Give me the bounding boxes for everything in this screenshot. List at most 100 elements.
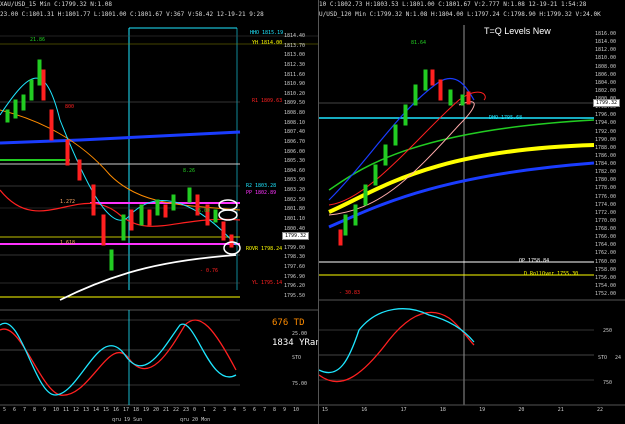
y-tick-label: 1796.00 — [595, 112, 617, 119]
y-tick-label: 1760.00 — [595, 258, 617, 265]
left-price-tag: 1799.32 — [282, 232, 310, 240]
y-tick-label: 1778.00 — [595, 185, 617, 192]
left-y-axis: 1814.40 1813.70 1813.00 1812.30 1811.60 1810.… — [284, 33, 318, 299]
x-tick-label: 18 — [439, 407, 446, 413]
left-osc-label-sto: STO — [292, 355, 302, 361]
y-tick-label: 1800.40 — [284, 225, 306, 232]
right-chart-pane[interactable]: 10 C:1802.73 H:1803.53 L:1801.00 C:1801.… — [319, 0, 625, 424]
y-tick-label: 1756.00 — [595, 274, 617, 281]
y-tick-label: 1805.30 — [284, 158, 306, 165]
x-tick-label: 5 — [243, 407, 247, 413]
x-tick-label: 10 — [53, 407, 60, 413]
right-osc-label-24: 24 — [615, 355, 622, 361]
y-tick-label: 1809.50 — [284, 100, 306, 107]
x-tick-label: 9 — [43, 407, 47, 413]
x-tick-label: 23 — [183, 407, 190, 413]
x-tick-label: 0 — [193, 407, 197, 413]
y-tick-label: 1803.90 — [284, 177, 306, 184]
y-tick-label: 1768.00 — [595, 226, 617, 232]
y-tick-label: 1810.90 — [284, 81, 306, 88]
left-annot-center: 6.00 — [198, 208, 211, 214]
right-x-axis: 15 16 17 18 19 20 21 22 — [319, 407, 603, 415]
x-tick-label: 20 — [518, 407, 525, 413]
x-tick-label: 9 — [283, 407, 287, 413]
y-tick-label: 1807.40 — [284, 129, 306, 136]
x-tick-label: 21 — [163, 407, 170, 413]
x-tick-label: 15 — [103, 407, 110, 413]
left-level-pp: PP 1802.89 — [246, 190, 277, 196]
y-tick-label: 1788.00 — [595, 144, 617, 151]
y-tick-label: 1795.50 — [284, 293, 306, 299]
x-tick-label: 15 — [322, 407, 329, 413]
left-level-hho: HHO 1815.19 — [250, 30, 284, 36]
x-tick-label: 17 — [123, 407, 130, 413]
left-level-r1: R1 1809.63 — [252, 98, 283, 104]
x-tick-label: 5 — [3, 407, 7, 413]
x-tick-label: 3 — [223, 407, 227, 413]
y-tick-label: 1801.80 — [284, 206, 306, 213]
left-osc-label-75: 75.00 — [292, 381, 308, 387]
x-tick-label: 6 — [13, 407, 17, 413]
x-tick-label: 4 — [233, 407, 237, 413]
y-tick-label: 1799.00 — [284, 244, 306, 251]
left-level-yl: YL 1795.14 — [252, 280, 283, 286]
y-tick-label: 1802.50 — [284, 196, 306, 203]
x-tick-label: 19 — [143, 407, 150, 413]
left-chart-pane[interactable]: XAU/USD_15 Min C:1799.32 N:1.08 23.00 C:… — [0, 0, 319, 424]
y-tick-label: 1808.00 — [595, 63, 617, 70]
y-tick-label: 1814.00 — [595, 39, 617, 46]
x-tick-label: 1 — [203, 407, 207, 413]
x-tick-label: 18 — [133, 407, 140, 413]
y-tick-label: 1798.30 — [284, 254, 306, 261]
x-tick-label: 7 — [263, 407, 267, 413]
x-tick-label: 22 — [173, 407, 180, 413]
left-text-676-td: 676 TD — [272, 318, 305, 328]
right-price-tag: 1799.32 — [593, 99, 621, 107]
left-annot-1618: 1.618 — [60, 240, 76, 246]
left-osc-label-25: 25.00 — [292, 331, 308, 337]
y-tick-label: 1808.10 — [284, 119, 306, 126]
y-tick-label: 1810.00 — [595, 55, 617, 62]
y-tick-label: 1812.30 — [284, 61, 306, 68]
left-text-1834-yrange: 1834 YRan — [272, 338, 319, 348]
x-tick-label: 10 — [293, 407, 300, 413]
y-tick-label: 1772.00 — [595, 209, 617, 216]
y-tick-label: 1812.00 — [595, 47, 617, 54]
y-tick-label: 1811.60 — [284, 71, 306, 78]
y-tick-label: 1784.00 — [595, 161, 617, 167]
x-tick-label: 6 — [253, 407, 257, 413]
y-tick-label: 1754.00 — [595, 282, 617, 289]
y-tick-label: 1804.60 — [284, 167, 306, 174]
y-tick-label: 1792.00 — [595, 128, 617, 135]
y-tick-label: 1796.20 — [284, 283, 306, 290]
y-tick-label: 1796.90 — [284, 273, 306, 280]
left-date-mon: qru 20 Mon — [180, 417, 211, 423]
y-tick-label: 1816.00 — [595, 31, 617, 37]
left-annot-mid: 8.26 — [183, 168, 196, 174]
x-tick-label: 16 — [361, 407, 368, 413]
y-tick-label: 1797.60 — [284, 264, 306, 271]
x-tick-label: 19 — [479, 407, 486, 413]
y-tick-label: 1806.70 — [284, 138, 306, 145]
left-level-yh: YH 1814.00 — [252, 40, 283, 46]
y-tick-label: 1786.00 — [595, 152, 617, 159]
right-osc-label-250: 250 — [603, 328, 613, 334]
y-tick-label: 1801.10 — [284, 215, 306, 222]
x-tick-label: 12 — [73, 407, 80, 413]
y-tick-label: 1776.00 — [595, 193, 617, 200]
x-tick-label: 8 — [33, 407, 37, 413]
x-tick-label: 11 — [63, 407, 70, 413]
left-level-r2: R2 1803.28 — [246, 183, 277, 189]
y-tick-label: 1813.00 — [284, 52, 306, 59]
left-x-axis: 5 6 7 8 9 10 11 12 13 14 15 16 17 18 19 20 21 22 23 0 1 2 3 4 5 6… — [0, 407, 299, 415]
x-tick-label: 7 — [23, 407, 27, 413]
right-annot-low: - 30.83 — [339, 290, 361, 296]
y-tick-label: 1810.20 — [284, 90, 306, 97]
y-tick-label: 1813.70 — [284, 42, 306, 49]
right-level-op: OP 1758.84 — [519, 258, 550, 264]
left-annot-low: - 0.76 — [200, 268, 219, 274]
y-tick-label: 1808.80 — [284, 110, 306, 117]
x-tick-label: 16 — [113, 407, 120, 413]
x-tick-label: 17 — [400, 407, 407, 413]
right-level-rollover: D RollOver 1755.30 — [524, 271, 579, 277]
